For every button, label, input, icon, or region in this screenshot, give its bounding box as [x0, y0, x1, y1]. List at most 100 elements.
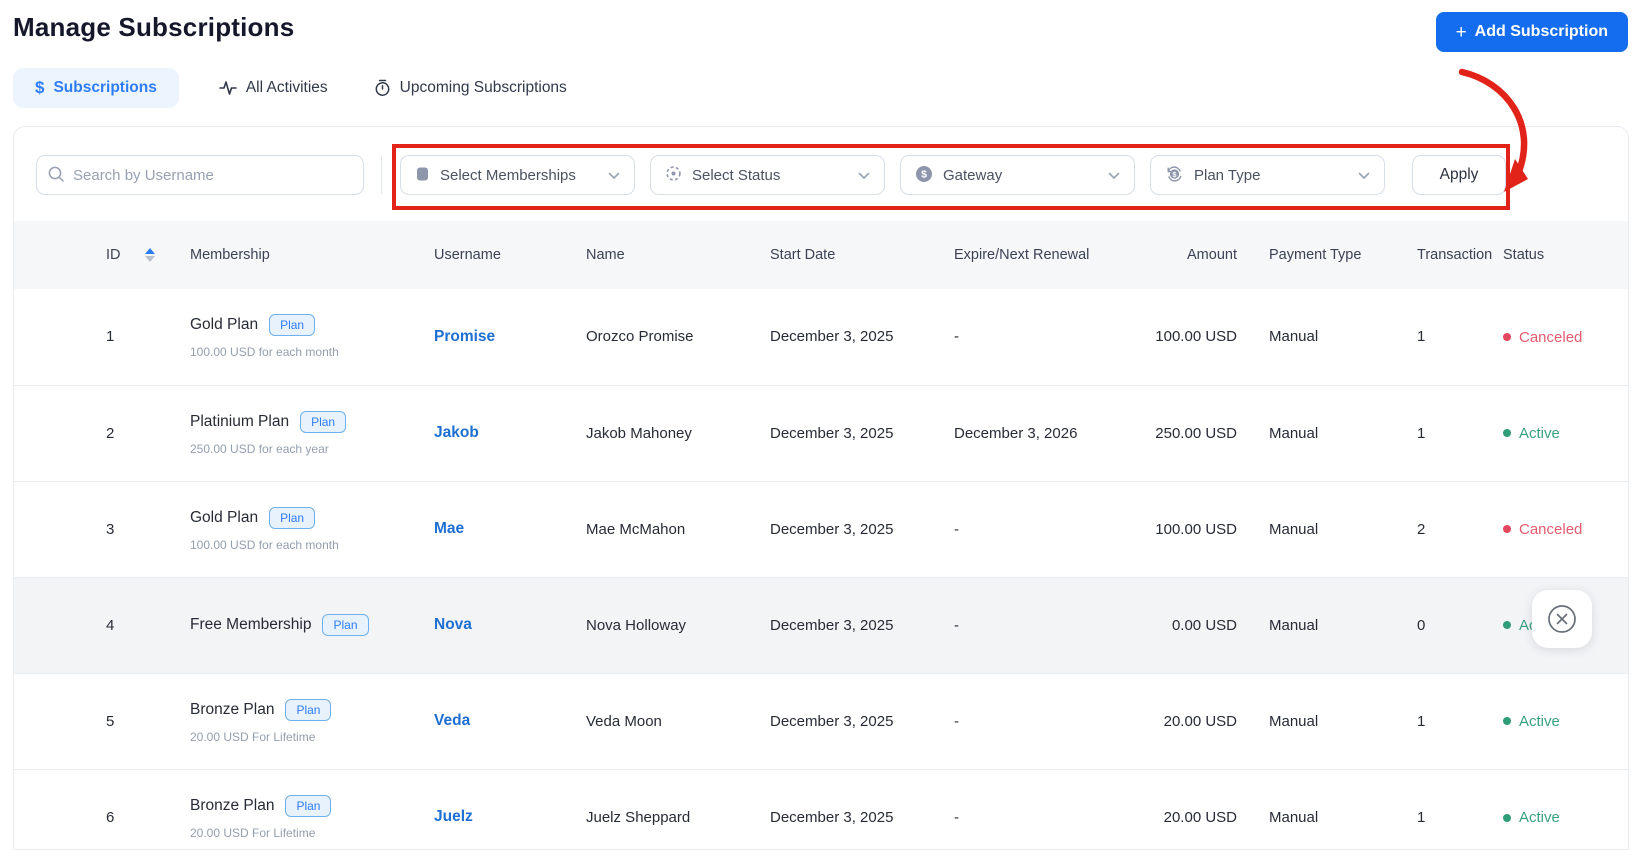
table-row[interactable]: 2 Platinium Plan Plan 250.00 USD for eac…: [14, 385, 1628, 481]
status-select-label: Select Status: [692, 166, 781, 184]
column-header-amount: Amount: [1187, 247, 1237, 263]
plan-badge[interactable]: Plan: [285, 794, 332, 817]
cell-start-date: December 3, 2025: [770, 328, 894, 346]
username-link[interactable]: Juelz: [434, 808, 473, 825]
tab-bar: $ Subscriptions All Activities Upcoming …: [13, 68, 1648, 108]
cell-status: Canceled: [1503, 481, 1628, 577]
status-dot-icon: [1503, 333, 1511, 341]
status-label: Active: [1519, 424, 1560, 442]
cell-name: Veda Moon: [586, 712, 662, 730]
recurring-dollar-icon: $: [1165, 165, 1184, 186]
dismiss-overlay-button[interactable]: [1532, 590, 1592, 648]
cell-payment-type: Manual: [1269, 424, 1319, 442]
table-row[interactable]: 1 Gold Plan Plan 100.00 USD for each mon…: [14, 289, 1628, 385]
membership-detail: 20.00 USD For Lifetime: [190, 825, 316, 840]
cell-start-date: December 3, 2025: [770, 712, 894, 730]
cell-name: Mae McMahon: [586, 520, 686, 538]
cell-name: Orozco Promise: [586, 328, 694, 346]
cell-start-date: December 3, 2025: [770, 808, 894, 826]
cell-id: 1: [106, 328, 115, 346]
cell-id: 5: [106, 712, 115, 730]
cell-payment-type: Manual: [1269, 616, 1319, 634]
username-link[interactable]: Veda: [434, 712, 470, 729]
column-header-status: Status: [1503, 247, 1545, 263]
status-ring-icon: [665, 165, 682, 185]
column-header-name: Name: [586, 247, 625, 263]
username-link[interactable]: Promise: [434, 328, 495, 345]
add-subscription-label: Add Subscription: [1474, 23, 1608, 40]
status-dot-icon: [1503, 621, 1511, 630]
plan-badge[interactable]: Plan: [269, 506, 316, 529]
gateway-select-label: Gateway: [943, 166, 1003, 184]
membership-name: Bronze Plan: [190, 700, 275, 718]
gateway-select[interactable]: $ Gateway: [900, 155, 1135, 195]
username-link[interactable]: Mae: [434, 520, 464, 537]
membership-detail: 100.00 USD for each month: [190, 345, 339, 360]
top-bar: Manage Subscriptions + Add Subscription: [0, 0, 1648, 52]
stopwatch-icon: [374, 79, 391, 97]
subscriptions-card: Select Memberships Select Status $ Gate: [13, 126, 1629, 850]
cell-status: Active: [1503, 385, 1628, 481]
cell-expire: -: [954, 520, 959, 538]
column-header-start-date: Start Date: [770, 247, 836, 263]
cell-payment-type: Manual: [1269, 712, 1319, 730]
add-subscription-button[interactable]: + Add Subscription: [1435, 12, 1628, 52]
cell-username: Juelz: [434, 769, 586, 849]
membership-name: Free Membership: [190, 616, 312, 633]
tab-label: Upcoming Subscriptions: [399, 79, 567, 96]
search-input[interactable]: [36, 155, 364, 195]
table-row[interactable]: 6 Bronze Plan Plan 20.00 USD For Lifetim…: [14, 769, 1628, 849]
cell-expire: -: [954, 616, 959, 634]
cell-name: Juelz Sheppard: [586, 808, 691, 826]
cell-name: Jakob Mahoney: [586, 424, 692, 442]
status-dot-icon: [1503, 525, 1511, 534]
column-header-membership: Membership: [190, 247, 270, 263]
apply-button[interactable]: Apply: [1412, 155, 1506, 195]
cell-id: 6: [106, 808, 115, 826]
memberships-select[interactable]: Select Memberships: [400, 155, 635, 195]
cell-username: Mae: [434, 481, 586, 577]
cell-username: Veda: [434, 673, 586, 769]
column-header-id[interactable]: ID: [14, 221, 190, 289]
status-label: Active: [1519, 809, 1560, 826]
cell-username: Nova: [434, 577, 586, 673]
plan-badge[interactable]: Plan: [300, 410, 347, 433]
cell-status: Canceled: [1503, 289, 1628, 385]
column-header-username: Username: [434, 247, 501, 263]
status-dot-icon: [1503, 813, 1511, 822]
username-link[interactable]: Nova: [434, 616, 472, 633]
tab-subscriptions[interactable]: $ Subscriptions: [13, 68, 179, 108]
tab-all-activities[interactable]: All Activities: [213, 68, 334, 108]
status-badge: Active: [1503, 425, 1560, 442]
column-header-transaction: Transaction: [1417, 247, 1493, 263]
table-header: ID Membership Username Name Start Date E…: [14, 221, 1628, 289]
cell-transaction: 1: [1417, 712, 1426, 730]
tab-upcoming-subscriptions[interactable]: Upcoming Subscriptions: [368, 68, 573, 108]
cell-transaction: 0: [1417, 616, 1426, 634]
cell-status: Active: [1503, 673, 1628, 769]
membership-detail: 250.00 USD for each year: [190, 441, 329, 456]
sort-icon[interactable]: [144, 248, 155, 263]
cell-amount: 20.00 USD: [1163, 808, 1237, 826]
cell-start-date: December 3, 2025: [770, 616, 894, 634]
table-row[interactable]: 4 Free Membership Plan Nova Nova Hollowa…: [14, 577, 1628, 673]
plan-badge[interactable]: Plan: [322, 614, 369, 636]
username-link[interactable]: Jakob: [434, 424, 479, 441]
filter-divider: [381, 156, 382, 194]
table-row[interactable]: 3 Gold Plan Plan 100.00 USD for each mon…: [14, 481, 1628, 577]
cell-transaction: 1: [1417, 424, 1426, 442]
cell-transaction: 1: [1417, 328, 1426, 346]
status-label: Active: [1519, 712, 1560, 730]
cell-amount: 0.00 USD: [1171, 616, 1237, 634]
column-header-payment-type: Payment Type: [1269, 247, 1362, 263]
cell-membership: Gold Plan Plan 100.00 USD for each month: [190, 289, 434, 385]
plan-type-select[interactable]: $ Plan Type: [1150, 155, 1385, 195]
table-row[interactable]: 5 Bronze Plan Plan 20.00 USD For Lifetim…: [14, 673, 1628, 769]
status-select[interactable]: Select Status: [650, 155, 885, 195]
plan-badge[interactable]: Plan: [269, 314, 316, 337]
membership-name: Bronze Plan: [190, 796, 275, 814]
plan-badge[interactable]: Plan: [285, 698, 332, 721]
page-title: Manage Subscriptions: [13, 12, 295, 42]
dollar-circle-icon: $: [915, 165, 933, 186]
tab-label: All Activities: [245, 79, 328, 96]
